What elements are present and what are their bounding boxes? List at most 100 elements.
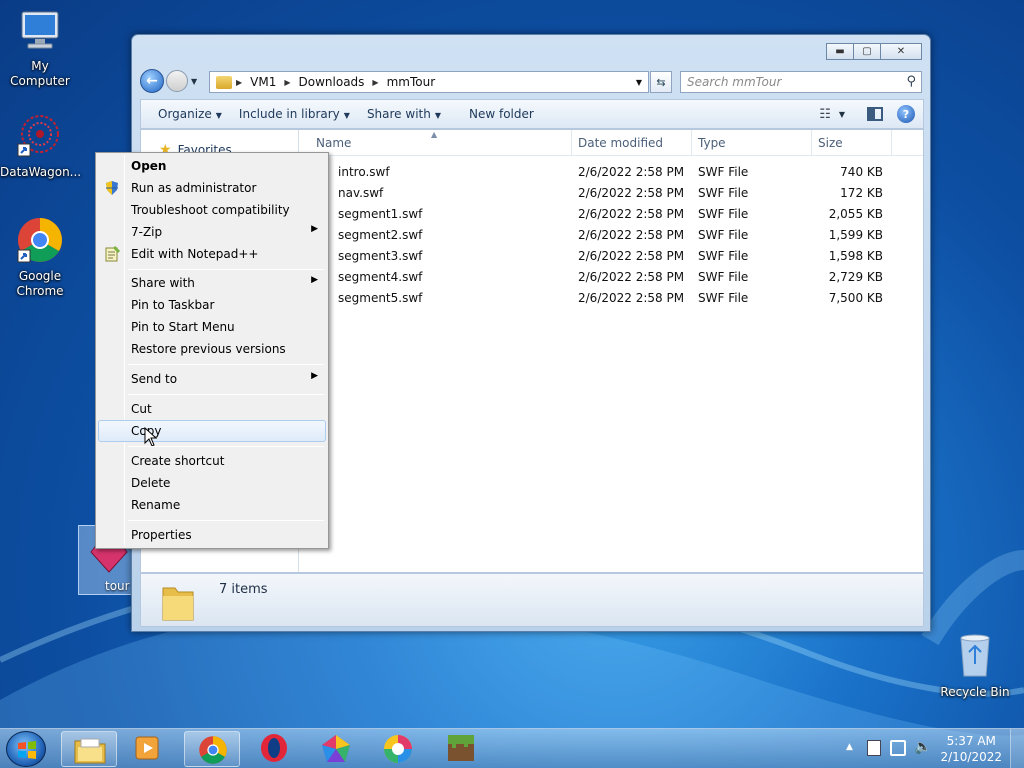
- file-row[interactable]: intro.swf 2/6/2022 2:58 PM SWF File 740 …: [300, 162, 925, 183]
- column-date-modified[interactable]: Date modified: [578, 136, 663, 150]
- column-type[interactable]: Type: [698, 136, 726, 150]
- menu-item-properties[interactable]: Properties: [98, 524, 326, 546]
- volume-icon[interactable]: 🔈: [914, 739, 931, 755]
- refresh-button[interactable]: ⇆: [650, 71, 672, 93]
- column-name[interactable]: Name: [316, 136, 351, 150]
- menu-item-pin-to-start-menu[interactable]: Pin to Start Menu: [98, 316, 326, 338]
- column-divider[interactable]: [571, 130, 572, 156]
- taskbar-app-pentagon-button[interactable]: [320, 733, 350, 763]
- chevron-down-icon: ▼: [343, 111, 350, 120]
- desktop-icon-datawagon[interactable]: DataWagon...: [0, 112, 81, 180]
- desktop-icon-recycle-bin[interactable]: Recycle Bin: [935, 630, 1015, 700]
- menu-item-open[interactable]: Open: [98, 155, 326, 177]
- forward-button[interactable]: [166, 70, 188, 92]
- file-date: 2/6/2022 2:58 PM: [578, 228, 685, 242]
- desktop-icon-my-computer[interactable]: My Computer: [0, 10, 80, 89]
- recent-pages-dropdown[interactable]: ▼: [191, 77, 197, 86]
- file-row[interactable]: nav.swf 2/6/2022 2:58 PM SWF File 172 KB: [300, 183, 925, 204]
- preview-pane-icon[interactable]: [867, 107, 883, 121]
- close-button[interactable]: ✕: [880, 43, 922, 60]
- menu-item-label: Troubleshoot compatibility: [131, 203, 290, 217]
- menu-item-label: Properties: [131, 528, 192, 542]
- address-dropdown-icon[interactable]: ▼: [636, 78, 642, 87]
- file-name: segment1.swf: [338, 207, 423, 221]
- minimize-button[interactable]: ▬: [826, 43, 854, 60]
- menu-item-share-with[interactable]: Share with ▶: [98, 272, 326, 294]
- file-row[interactable]: segment3.swf 2/6/2022 2:58 PM SWF File 1…: [300, 246, 925, 267]
- file-row[interactable]: segment2.swf 2/6/2022 2:58 PM SWF File 1…: [300, 225, 925, 246]
- file-row[interactable]: segment5.swf 2/6/2022 2:58 PM SWF File 7…: [300, 288, 925, 309]
- show-desktop-button[interactable]: [1010, 729, 1024, 768]
- menu-item-rename[interactable]: Rename: [98, 494, 326, 516]
- share-with-button[interactable]: Share with ▼: [367, 107, 441, 121]
- file-name: nav.swf: [338, 186, 384, 200]
- menu-item-label: Delete: [131, 476, 171, 490]
- menu-item-copy[interactable]: Copy: [98, 420, 326, 447]
- submenu-arrow-icon: ▶: [311, 224, 318, 234]
- view-options-icon[interactable]: ☷: [819, 107, 831, 122]
- menu-item-label: Run as administrator: [131, 181, 257, 195]
- menu-item-7-zip[interactable]: 7-Zip ▶: [98, 221, 326, 243]
- taskbar-chrome-button[interactable]: [184, 731, 240, 767]
- chevron-right-icon[interactable]: ▶: [372, 78, 378, 87]
- search-input[interactable]: Search mmTour ⚲: [680, 71, 922, 93]
- menu-item-send-to[interactable]: Send to ▶: [98, 368, 326, 390]
- column-divider[interactable]: [891, 130, 892, 156]
- file-size: 1,598 KB: [828, 249, 883, 263]
- sort-up-icon: ▲: [431, 130, 438, 139]
- taskbar-minecraft-button[interactable]: [446, 733, 476, 763]
- share-with-label: Share with: [366, 107, 431, 121]
- chevron-down-icon[interactable]: ▼: [839, 110, 845, 119]
- file-type: SWF File: [698, 270, 749, 284]
- help-icon[interactable]: ?: [897, 105, 915, 123]
- column-size[interactable]: Size: [818, 136, 843, 150]
- chevron-down-icon: ▼: [434, 111, 441, 120]
- file-date: 2/6/2022 2:58 PM: [578, 249, 685, 263]
- breadcrumb-downloads[interactable]: Downloads: [299, 75, 365, 89]
- window-controls: ▬ ▢ ✕: [826, 43, 922, 60]
- menu-item-troubleshoot-compatibility[interactable]: Troubleshoot compatibility: [98, 199, 326, 221]
- file-row[interactable]: segment4.swf 2/6/2022 2:58 PM SWF File 2…: [300, 267, 925, 288]
- column-divider[interactable]: [811, 130, 812, 156]
- taskbar-opera-button[interactable]: [259, 733, 289, 763]
- breadcrumb-mmtour[interactable]: mmTour: [387, 75, 436, 89]
- search-placeholder: Search mmTour: [687, 75, 782, 89]
- chrome-icon: [17, 218, 62, 263]
- start-button[interactable]: [6, 731, 46, 767]
- organize-button[interactable]: Organize ▼: [158, 107, 222, 121]
- context-menu: Open Run as administrator Troubleshoot c…: [95, 152, 329, 549]
- file-date: 2/6/2022 2:58 PM: [578, 270, 685, 284]
- network-icon[interactable]: [890, 740, 906, 756]
- desktop-icon-google-chrome[interactable]: Google Chrome: [0, 216, 80, 299]
- maximize-button[interactable]: ▢: [853, 43, 881, 60]
- clock[interactable]: 5:37 AM 2/10/2022: [940, 733, 1002, 765]
- show-hidden-icons-button[interactable]: ▲: [846, 742, 853, 752]
- file-size: 2,729 KB: [828, 270, 883, 284]
- chevron-right-icon[interactable]: ▶: [236, 78, 242, 87]
- new-folder-button[interactable]: New folder: [469, 107, 534, 121]
- file-row[interactable]: segment1.swf 2/6/2022 2:58 PM SWF File 2…: [300, 204, 925, 225]
- menu-item-label: 7-Zip: [131, 225, 163, 239]
- menu-item-restore-previous-versions[interactable]: Restore previous versions: [98, 338, 326, 360]
- menu-item-pin-to-taskbar[interactable]: Pin to Taskbar: [98, 294, 326, 316]
- include-in-library-button[interactable]: Include in library ▼: [239, 107, 350, 121]
- menu-item-edit-with-notepad[interactable]: Edit with Notepad++: [98, 243, 326, 265]
- menu-item-label: Create shortcut: [131, 454, 225, 468]
- back-button[interactable]: ←: [140, 69, 164, 93]
- menu-item-create-shortcut[interactable]: Create shortcut: [98, 450, 326, 472]
- file-type: SWF File: [698, 291, 749, 305]
- taskbar-media-player-button[interactable]: [133, 733, 163, 763]
- menu-item-delete[interactable]: Delete: [98, 472, 326, 494]
- chevron-right-icon[interactable]: ▶: [284, 78, 290, 87]
- taskbar-explorer-button[interactable]: [61, 731, 117, 767]
- back-arrow-icon: ←: [146, 73, 158, 89]
- column-divider[interactable]: [691, 130, 692, 156]
- taskbar-app-aperture-button[interactable]: [382, 733, 412, 763]
- address-bar[interactable]: ▶ VM1 ▶ Downloads ▶ mmTour ▼: [209, 71, 649, 93]
- action-center-icon[interactable]: [867, 740, 881, 756]
- breadcrumb-vm1[interactable]: VM1: [250, 75, 276, 89]
- search-icon[interactable]: ⚲: [906, 74, 916, 89]
- menu-item-run-as-administrator[interactable]: Run as administrator: [98, 177, 326, 199]
- menu-item-cut[interactable]: Cut: [98, 398, 326, 420]
- taskbar: ▲ 🔈 5:37 AM 2/10/2022: [0, 728, 1024, 768]
